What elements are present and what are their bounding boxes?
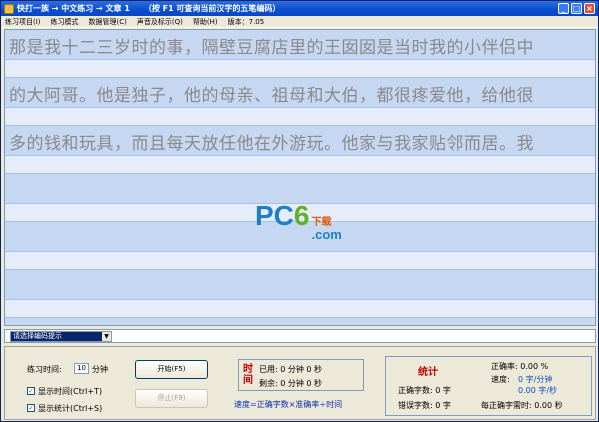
stats-accuracy: 正确率: 0.00 % — [491, 362, 549, 371]
time-panel: 时间 已用: 0 分钟 0 秒 剩余: 0 分钟 0 秒 — [238, 359, 364, 391]
menu-help[interactable]: 帮助(H) — [193, 17, 218, 27]
input-line[interactable] — [5, 156, 595, 174]
stats-panel: 统计 正确率: 0.00 % 速度: 0 字/分钟 0.00 字/秒 正确字数:… — [385, 356, 592, 416]
stats-speed-per-second: 0.00 字/秒 — [518, 386, 558, 395]
typing-area[interactable]: 那是我十二三岁时的事，隔壁豆腐店里的王囡囡是当时我的小伴侣中 的大阿哥。他是独子… — [4, 29, 596, 326]
show-stats-label: 显示统计(Ctrl+S) — [38, 404, 103, 413]
input-line[interactable] — [5, 60, 595, 78]
article-line: 那是我十二三岁时的事，隔壁豆腐店里的王囡囡是当时我的小伴侣中 — [5, 30, 595, 60]
maximize-button[interactable]: □ — [571, 3, 582, 14]
article-line-text: 的大阿哥。他是独子，他的母亲、祖母和大伯，都很疼爱他，给他很 — [9, 86, 534, 106]
close-button[interactable]: × — [584, 3, 595, 14]
watermark-com: .com — [311, 227, 342, 242]
encoding-select-value: 请选择编码提示 — [13, 332, 62, 340]
stats-speed-label: 速度: — [491, 375, 510, 384]
watermark-pc: PC — [255, 200, 294, 231]
stats-title: 统计 — [418, 367, 438, 378]
menu-sound-markers[interactable]: 声音及标示(Q) — [137, 17, 183, 27]
chevron-down-icon[interactable]: ▼ — [102, 332, 111, 341]
article-line: 多的钱和玩具，而且每天放任他在外游玩。他家与我家贴邻而居。我 — [5, 126, 595, 156]
menu-data-management[interactable]: 数据管理(C) — [89, 17, 127, 27]
article-line — [5, 270, 595, 300]
window-title: 快打一族 → 中文练习 → 文章 1 （按 F1 可查询当前汉字的五笔编码） — [17, 4, 281, 13]
time-used: 已用: 0 分钟 0 秒 — [259, 365, 323, 374]
menu-practice-items[interactable]: 练习项目(I) — [5, 17, 41, 27]
window-controls: _ □ × — [558, 3, 595, 14]
time-panel-title: 时间 — [243, 364, 253, 386]
input-line[interactable] — [5, 108, 595, 126]
practice-time-unit: 分钟 — [92, 365, 108, 374]
stop-button[interactable]: 停止(F9) — [135, 389, 208, 408]
encoding-select[interactable]: 请选择编码提示 ▼ — [10, 331, 112, 342]
practice-time-input[interactable]: 10 — [74, 363, 89, 374]
show-time-label: 显示时间(Ctrl+T) — [38, 387, 103, 396]
input-line[interactable] — [5, 300, 595, 318]
menu-bar: 练习项目(I) 练习模式 数据管理(C) 声音及标示(Q) 帮助(H) 版本：7… — [1, 16, 598, 28]
stats-speed-per-minute: 0 字/分钟 — [518, 375, 553, 384]
version-label: 版本：7.05 — [227, 17, 265, 26]
stats-correct-count: 正确字数: 0 字 — [398, 386, 451, 395]
article-line-text: 那是我十二三岁时的事，隔壁豆腐店里的王囡囡是当时我的小伴侣中 — [9, 38, 534, 58]
watermark-logo: PC 6 下载 .com — [255, 200, 342, 241]
title-bar[interactable]: 快打一族 → 中文练习 → 文章 1 （按 F1 可查询当前汉字的五笔编码） _… — [1, 1, 598, 16]
show-stats-checkbox[interactable]: ✓ — [27, 404, 35, 412]
article-line-text: 多的钱和玩具，而且每天放任他在外游玩。他家与我家贴邻而居。我 — [9, 134, 534, 154]
watermark-six: 6 — [293, 200, 310, 231]
stats-time-per-char: 每正确字需时: 0.00 秒 — [481, 401, 563, 410]
encoding-row: 请选择编码提示 ▼ — [4, 329, 596, 343]
minimize-button[interactable]: _ — [558, 3, 569, 14]
app-icon — [4, 3, 14, 14]
article-line: 的大阿哥。他是独子，他的母亲、祖母和大伯，都很疼爱他，给他很 — [5, 78, 595, 108]
speed-formula: 速度=正确字数×准确率÷时间 — [234, 400, 343, 409]
watermark-suffix: 下载 .com — [311, 217, 341, 241]
app-window: 快打一族 → 中文练习 → 文章 1 （按 F1 可查询当前汉字的五笔编码） _… — [0, 0, 599, 422]
start-button[interactable]: 开始(F5) — [135, 360, 208, 379]
menu-practice-mode[interactable]: 练习模式 — [51, 17, 79, 27]
practice-time-label: 练习时间: — [27, 365, 62, 374]
input-line[interactable] — [5, 252, 595, 270]
control-panel: 练习时间: 10 分钟 ✓ 显示时间(Ctrl+T) ✓ 显示统计(Ctrl+S… — [4, 346, 596, 420]
stats-error-count: 错误字数: 0 字 — [398, 401, 451, 410]
show-time-checkbox[interactable]: ✓ — [27, 387, 35, 395]
time-remaining: 剩余: 0 分钟 0 秒 — [259, 379, 323, 388]
